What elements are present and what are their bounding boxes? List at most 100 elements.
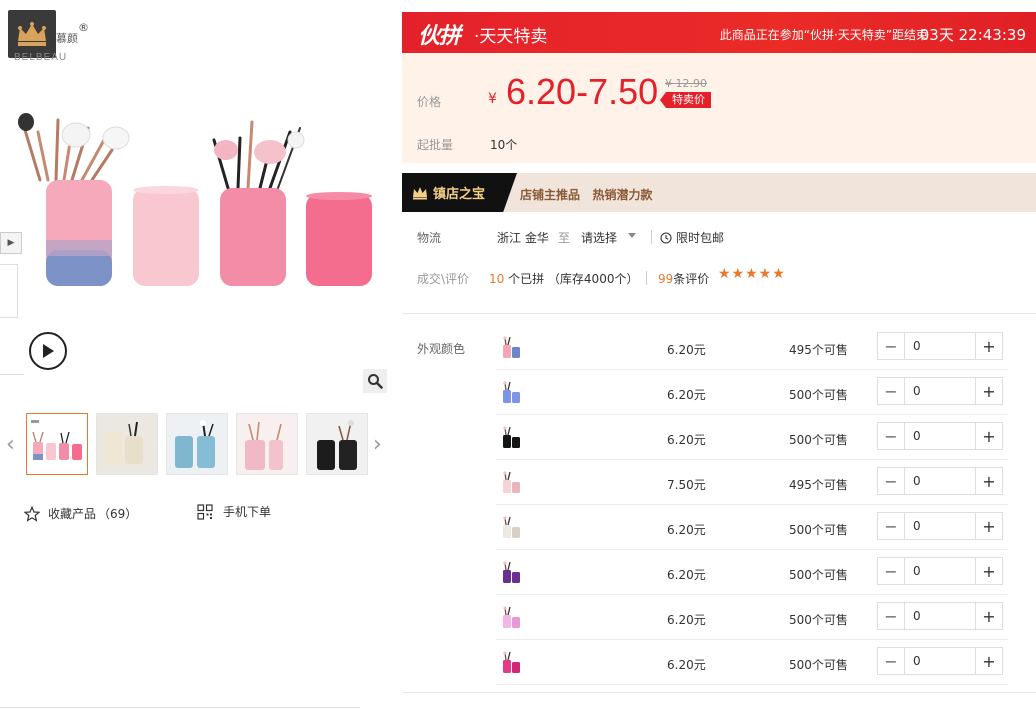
play-video-button[interactable]: [29, 332, 67, 370]
clock-icon: [660, 231, 672, 244]
treasure-tag: 镇店之宝: [402, 173, 517, 212]
quantity-input[interactable]: [905, 648, 975, 674]
crown-icon: [18, 22, 46, 46]
minus-button[interactable]: −: [878, 468, 905, 494]
thumb-prev-arrow[interactable]: ‹: [6, 434, 15, 456]
expand-panel-button[interactable]: ▶: [0, 232, 22, 254]
quantity-input[interactable]: [905, 378, 975, 404]
quantity-input[interactable]: [905, 558, 975, 584]
quantity-stepper: − +: [877, 647, 1003, 675]
sku-price: 6.20元: [667, 343, 706, 357]
reviews-suffix: 条评价: [673, 272, 710, 286]
thumb-pink-blue-set[interactable]: [26, 413, 88, 475]
plus-button[interactable]: +: [975, 558, 1002, 584]
favorite-count: （69）: [98, 507, 138, 521]
quantity-stepper: − +: [877, 467, 1003, 495]
plus-button[interactable]: +: [975, 468, 1002, 494]
deals-count: 10 个已拼 （库存4000个）: [489, 270, 638, 287]
minus-button[interactable]: −: [878, 378, 905, 404]
promo-banner: 伙拼 ·天天特卖 此商品正在参加“伙拼·天天特卖”距结束 03天 22:43:3…: [402, 12, 1036, 53]
sku-stock: 500个可售: [789, 523, 848, 537]
deals-count-suffix: 个已拼 （库存4000个）: [508, 272, 639, 286]
free-shipping: 限时包邮: [660, 229, 724, 246]
minus-button[interactable]: −: [878, 558, 905, 584]
free-shipping-label: 限时包邮: [676, 231, 725, 245]
thumb-blue-set[interactable]: [166, 413, 228, 475]
plus-button[interactable]: +: [975, 423, 1002, 449]
promo-brand: 伙拼: [418, 24, 461, 49]
mobile-order-button[interactable]: 手机下单: [197, 503, 271, 520]
divider: [646, 271, 647, 285]
minus-button[interactable]: −: [878, 648, 905, 674]
promo-countdown: 03天 22:43:39: [919, 26, 1026, 44]
sku-row: 6.20元 495个可售 − +: [496, 325, 1008, 370]
divider: [402, 692, 1036, 693]
quantity-input[interactable]: [905, 603, 975, 629]
quantity-input[interactable]: [905, 333, 975, 359]
moq-label: 起批量: [417, 138, 454, 152]
plus-button[interactable]: +: [975, 513, 1002, 539]
treasure-text: 店铺主推品 热销潜力款: [520, 188, 653, 202]
star-outline-icon: [24, 505, 40, 522]
divider: [402, 313, 1036, 314]
sku-thumbnail[interactable]: [499, 605, 523, 629]
quantity-input[interactable]: [905, 513, 975, 539]
sku-thumbnail[interactable]: [499, 515, 523, 539]
minus-button[interactable]: −: [878, 333, 905, 359]
sale-price-tag: 特卖价: [660, 92, 711, 108]
triangle-right-icon: ▶: [7, 238, 15, 248]
sku-row: 7.50元 495个可售 − +: [496, 460, 1008, 505]
sku-thumbnail[interactable]: [499, 380, 523, 404]
sku-stock: 495个可售: [789, 478, 848, 492]
chevron-down-icon[interactable]: [628, 233, 636, 238]
thumb-cream-set[interactable]: [96, 413, 158, 475]
sku-color-label: 外观颜色: [417, 342, 466, 356]
price-label: 价格: [417, 95, 442, 109]
brand-name-en: BELBEAU: [14, 52, 68, 63]
thumb-pink-gradient-set[interactable]: [236, 413, 298, 475]
plus-button[interactable]: +: [975, 648, 1002, 674]
sku-stock: 500个可售: [789, 658, 848, 672]
favorite-label: 收藏产品: [48, 507, 97, 521]
sku-thumbnail[interactable]: [499, 650, 523, 674]
registered-mark: ®: [78, 21, 89, 34]
sku-thumbnail[interactable]: [499, 560, 523, 584]
qr-code-icon: [197, 503, 213, 520]
sku-thumbnail[interactable]: [499, 335, 523, 359]
quantity-stepper: − +: [877, 422, 1003, 450]
plus-button[interactable]: +: [975, 378, 1002, 404]
favorite-button[interactable]: 收藏产品 （69）: [24, 505, 137, 522]
quantity-input[interactable]: [905, 423, 975, 449]
sku-price: 6.20元: [667, 523, 706, 537]
sku-thumbnail[interactable]: [499, 425, 523, 449]
plus-button[interactable]: +: [975, 333, 1002, 359]
original-price: ¥ 12.90: [665, 77, 707, 90]
minus-button[interactable]: −: [878, 423, 905, 449]
sku-thumbnail[interactable]: [499, 470, 523, 494]
sku-stock: 500个可售: [789, 433, 848, 447]
quantity-stepper: − +: [877, 557, 1003, 585]
zoom-button[interactable]: [363, 369, 387, 393]
thumb-next-arrow[interactable]: ›: [373, 434, 382, 456]
side-panel-edge: [0, 264, 18, 318]
minus-button[interactable]: −: [878, 603, 905, 629]
brand-logo: [8, 10, 56, 58]
price-range: 6.20-7.50: [506, 71, 659, 112]
crown-icon: [413, 186, 427, 199]
sku-row: 6.20元 500个可售 − +: [496, 640, 1008, 685]
store-treasure-bar: 镇店之宝 店铺主推品 热销潜力款: [402, 173, 1036, 212]
deals-label: 成交\评价: [417, 272, 470, 286]
price-panel: 价格 ¥ 6.20-7.50 ¥ 12.90 特卖价 起批量 10个: [402, 53, 1036, 163]
reviews-link[interactable]: 99条评价: [658, 270, 709, 287]
rating-stars: ★★★★★: [718, 266, 786, 282]
sku-stock: 500个可售: [789, 568, 848, 582]
plus-button[interactable]: +: [975, 603, 1002, 629]
sku-price: 6.20元: [667, 613, 706, 627]
minus-button[interactable]: −: [878, 513, 905, 539]
quantity-stepper: − +: [877, 512, 1003, 540]
destination-select[interactable]: 请选择: [581, 229, 617, 246]
quantity-input[interactable]: [905, 468, 975, 494]
thumb-black-set[interactable]: [306, 413, 368, 475]
sku-price: 7.50元: [667, 478, 706, 492]
play-icon: [43, 344, 54, 358]
